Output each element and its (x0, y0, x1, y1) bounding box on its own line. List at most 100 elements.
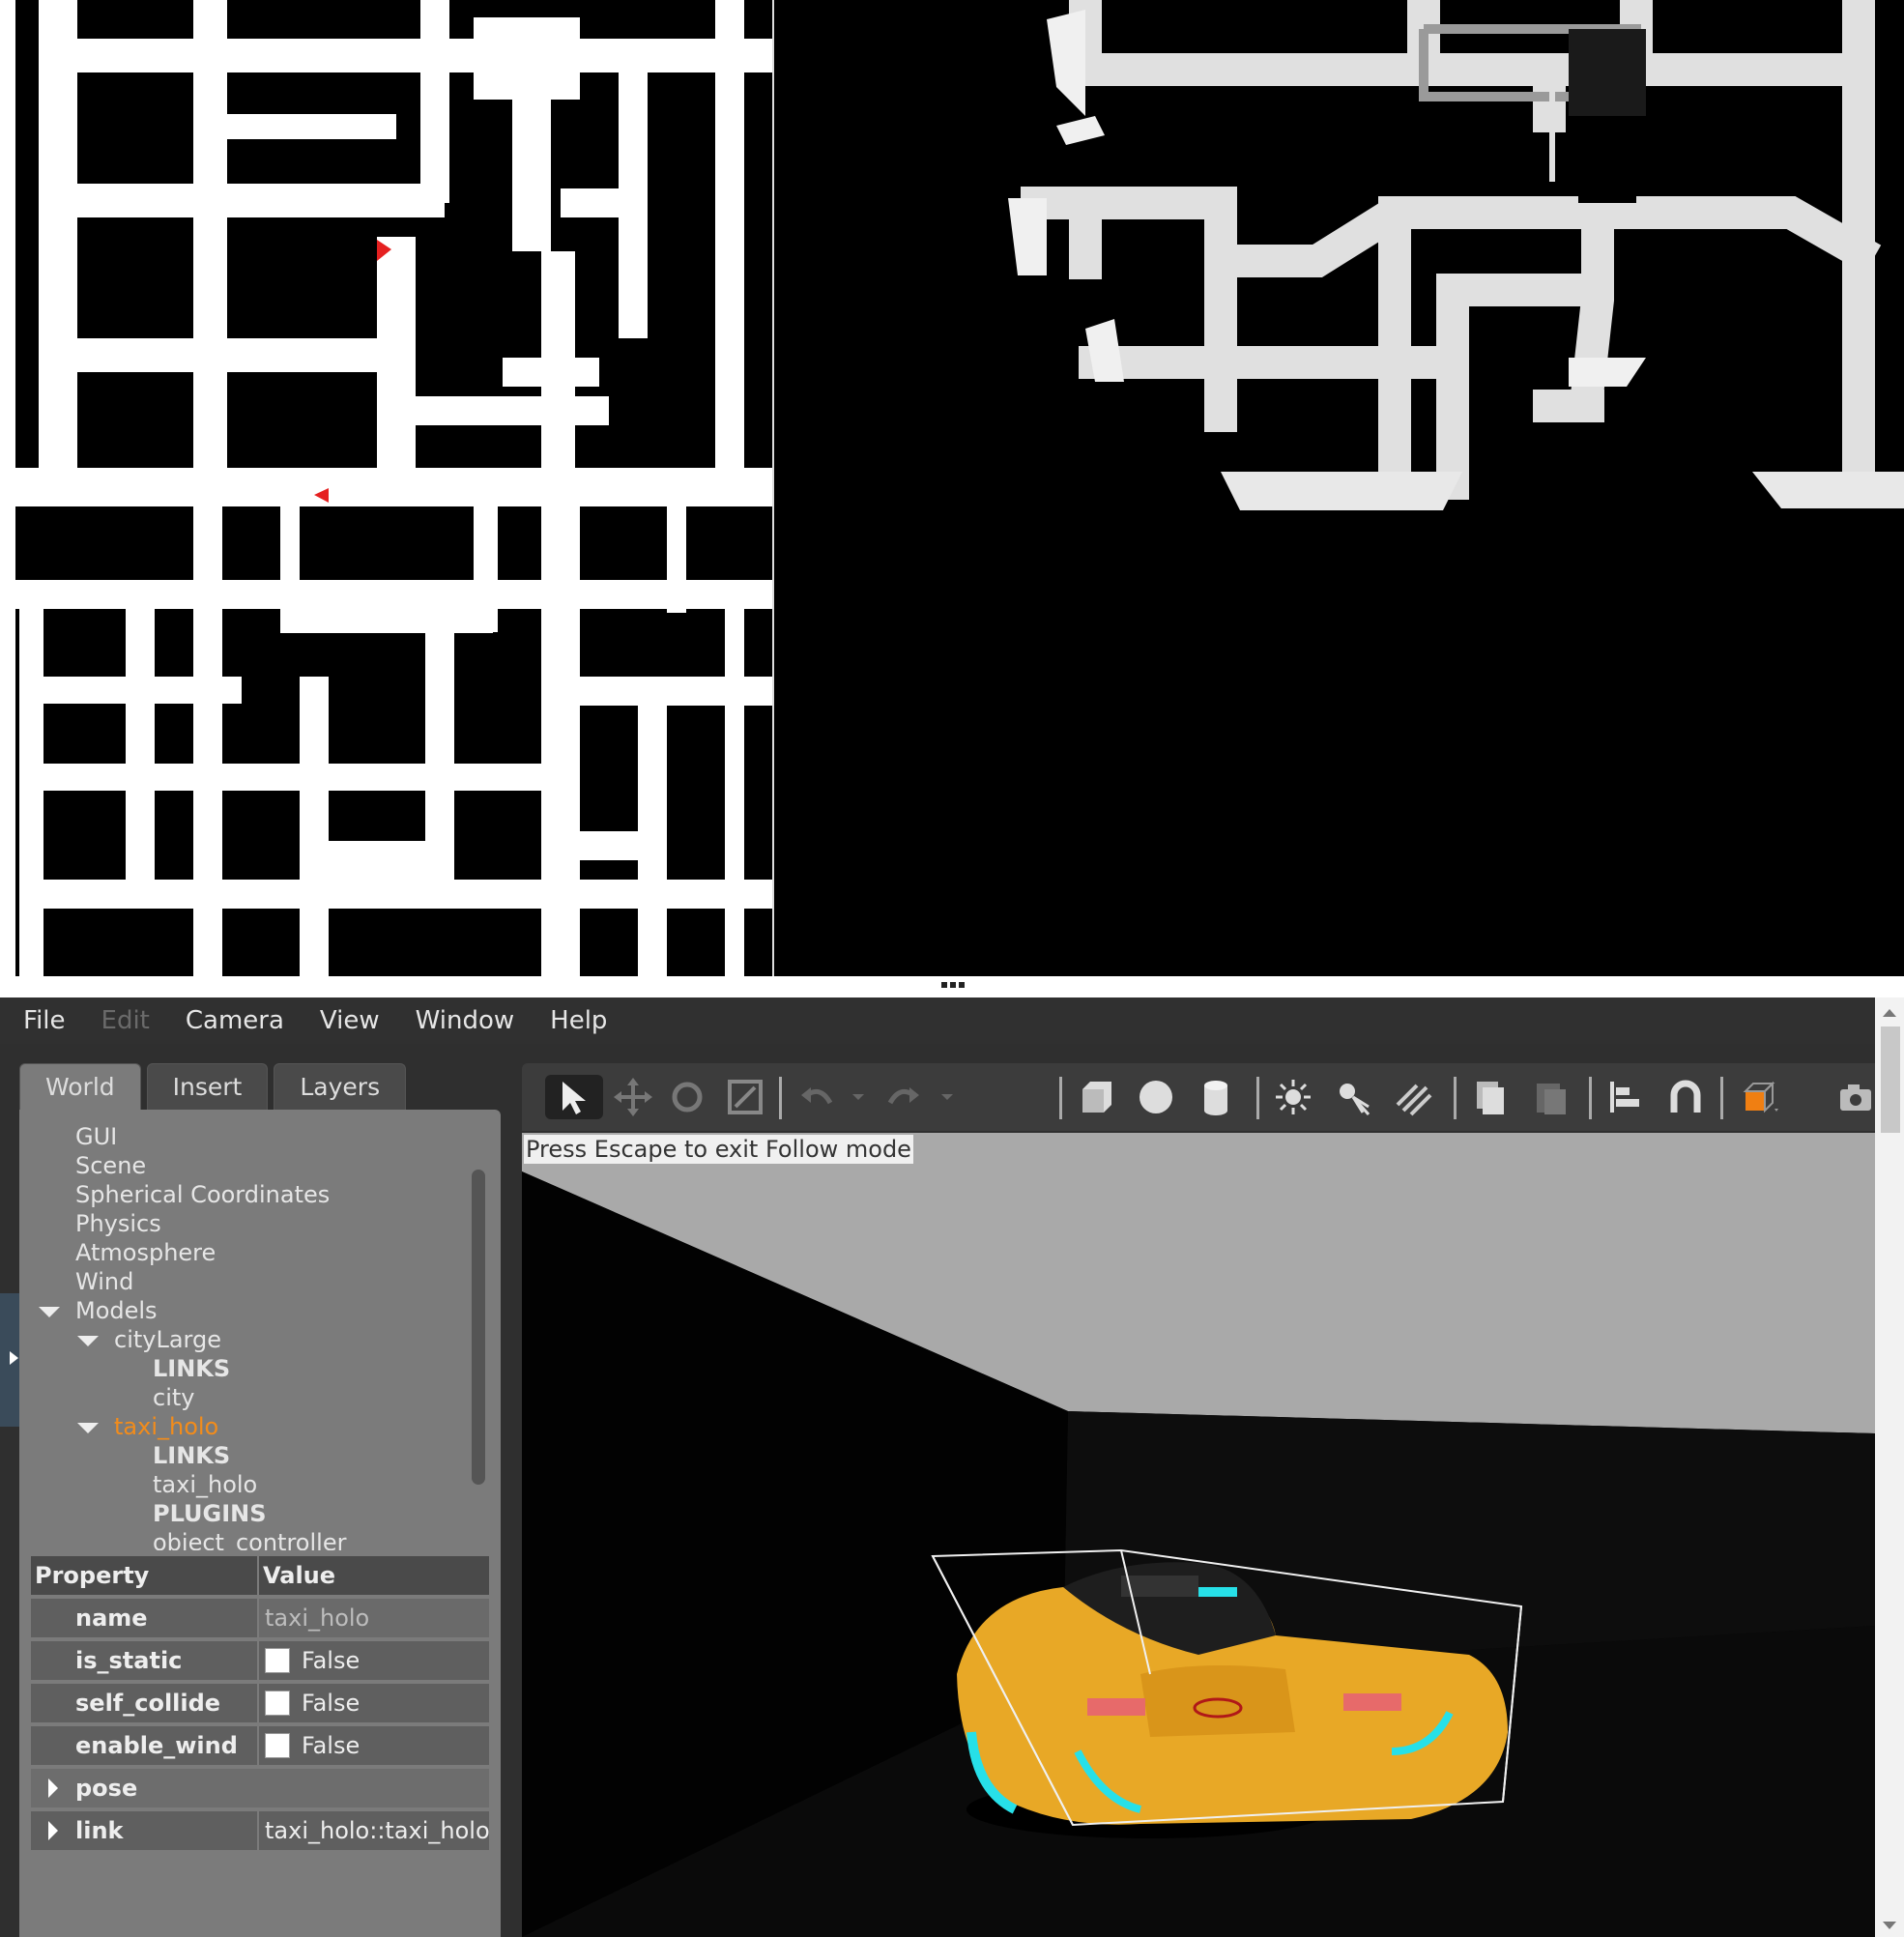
undo-icon (801, 1087, 833, 1105)
value-column-header: Value (259, 1556, 489, 1595)
tree-item-wind[interactable]: Wind (75, 1268, 133, 1295)
property-row-self-collide: self_collide False (31, 1684, 489, 1724)
rotate-mode-button[interactable] (665, 1075, 709, 1119)
occupancy-map (0, 0, 774, 976)
collapse-citylarge-icon[interactable] (77, 1336, 99, 1346)
tab-insert[interactable]: Insert (146, 1063, 269, 1110)
property-key: is_static (31, 1641, 257, 1680)
translate-mode-button[interactable] (611, 1075, 655, 1119)
property-value[interactable]: False (259, 1641, 489, 1680)
tab-world[interactable]: World (19, 1063, 141, 1110)
scene-render (522, 1133, 1875, 1937)
menu-view[interactable]: View (320, 1006, 380, 1035)
scroll-down-icon[interactable] (1883, 1922, 1896, 1929)
tree-item-physics[interactable]: Physics (75, 1210, 161, 1237)
tree-item-models[interactable]: Models (75, 1297, 158, 1324)
property-key: name (31, 1599, 257, 1637)
snap-button[interactable] (1662, 1075, 1709, 1119)
toolbar (522, 1063, 1875, 1131)
menu-help[interactable]: Help (550, 1006, 607, 1035)
tree-item-object-controller[interactable]: object_controller (153, 1529, 346, 1550)
property-value[interactable]: False (259, 1684, 489, 1722)
scale-mode-button[interactable] (723, 1075, 767, 1119)
expand-pose-icon[interactable] (48, 1778, 58, 1798)
toolbar-separator (1059, 1077, 1062, 1119)
property-value[interactable]: taxi_holo (259, 1599, 489, 1637)
camera-icon (1840, 1084, 1871, 1111)
tree-item-taxi-holo-link[interactable]: taxi_holo (153, 1471, 257, 1498)
insert-sphere-button[interactable] (1133, 1075, 1179, 1119)
undo-history-button[interactable] (847, 1075, 870, 1119)
property-value: taxi_holo::taxi_holo (259, 1811, 490, 1850)
sun-icon (1276, 1080, 1311, 1114)
collapse-taxi-holo-icon[interactable] (77, 1423, 99, 1433)
split-handle[interactable] (0, 976, 1904, 997)
tree-item-atmosphere[interactable]: Atmosphere (75, 1239, 216, 1266)
view-angle-button[interactable] (1734, 1075, 1788, 1119)
world-tree: GUI Scene Spherical Coordinates Physics … (19, 1110, 501, 1550)
menu-window[interactable]: Window (416, 1006, 515, 1035)
enable-wind-checkbox[interactable] (265, 1733, 290, 1758)
rotate-icon (672, 1082, 703, 1113)
screenshot-button[interactable] (1836, 1075, 1875, 1119)
left-panel: World Insert Layers GUI Scene Spherical … (19, 1063, 501, 1937)
3d-viewport[interactable]: Press Escape to exit Follow mode (522, 1133, 1875, 1937)
expand-arrow-icon (10, 1351, 18, 1365)
tree-item-spherical-coordinates[interactable]: Spherical Coordinates (75, 1181, 330, 1208)
tab-layers[interactable]: Layers (274, 1063, 407, 1110)
spotlight-icon (1340, 1084, 1370, 1115)
checkbox-label: False (302, 1732, 361, 1759)
tree-item-scene[interactable]: Scene (75, 1152, 146, 1179)
occupancy-map-drawing (0, 0, 772, 976)
paste-icon (1537, 1084, 1566, 1114)
property-row-is-static: is_static False (31, 1641, 489, 1682)
gradient-map-drawing (776, 0, 1904, 976)
spot-light-button[interactable] (1330, 1075, 1376, 1119)
redo-history-button[interactable] (936, 1075, 959, 1119)
is-static-checkbox[interactable] (265, 1648, 290, 1673)
property-row-enable-wind: enable_wind False (31, 1726, 489, 1767)
copy-icon (1477, 1082, 1504, 1114)
property-header-row: Property Value (31, 1556, 489, 1597)
insert-cylinder-button[interactable] (1193, 1075, 1239, 1119)
collapse-models-icon[interactable] (39, 1307, 60, 1317)
align-icon (1610, 1082, 1639, 1113)
menu-camera[interactable]: Camera (186, 1006, 284, 1035)
scroll-up-icon[interactable] (1883, 1009, 1896, 1017)
redo-button[interactable] (880, 1075, 928, 1119)
scale-icon (728, 1080, 763, 1114)
paste-button[interactable] (1527, 1075, 1573, 1119)
property-row-pose[interactable]: pose (31, 1769, 489, 1809)
scrollbar-thumb[interactable] (1881, 1026, 1900, 1133)
property-column-header: Property (31, 1556, 257, 1595)
undo-button[interactable] (793, 1075, 841, 1119)
tree-item-gui[interactable]: GUI (75, 1123, 117, 1150)
chevron-down-icon (852, 1094, 864, 1100)
move-icon (614, 1078, 652, 1116)
checkbox-label: False (302, 1690, 361, 1717)
point-light-button[interactable] (1270, 1075, 1316, 1119)
tree-item-citylarge[interactable]: cityLarge (114, 1326, 221, 1353)
property-row-link[interactable]: link taxi_holo::taxi_holo (31, 1811, 490, 1852)
directional-light-button[interactable] (1390, 1075, 1436, 1119)
tree-item-taxi-holo[interactable]: taxi_holo (114, 1413, 218, 1440)
tree-item-city-link[interactable]: city (153, 1384, 194, 1411)
toolbar-separator (1454, 1077, 1457, 1119)
select-mode-button[interactable] (545, 1075, 603, 1119)
property-value[interactable]: False (259, 1726, 489, 1765)
align-button[interactable] (1602, 1075, 1649, 1119)
property-key: self_collide (31, 1684, 257, 1722)
menu-edit[interactable]: Edit (101, 1006, 150, 1035)
gazebo-window: File Edit Camera View Window Help World … (0, 997, 1904, 1937)
directional-light-icon (1396, 1084, 1432, 1116)
box-icon (1082, 1082, 1111, 1113)
tree-item-plugins-header: PLUGINS (153, 1500, 267, 1527)
chevron-down-icon (941, 1094, 953, 1100)
insert-box-button[interactable] (1073, 1075, 1119, 1119)
tree-scrollbar[interactable] (472, 1170, 485, 1485)
self-collide-checkbox[interactable] (265, 1691, 290, 1716)
menu-file[interactable]: File (23, 1006, 66, 1035)
expand-link-icon[interactable] (48, 1821, 58, 1840)
copy-button[interactable] (1467, 1075, 1514, 1119)
window-scrollbar[interactable] (1875, 997, 1904, 1937)
